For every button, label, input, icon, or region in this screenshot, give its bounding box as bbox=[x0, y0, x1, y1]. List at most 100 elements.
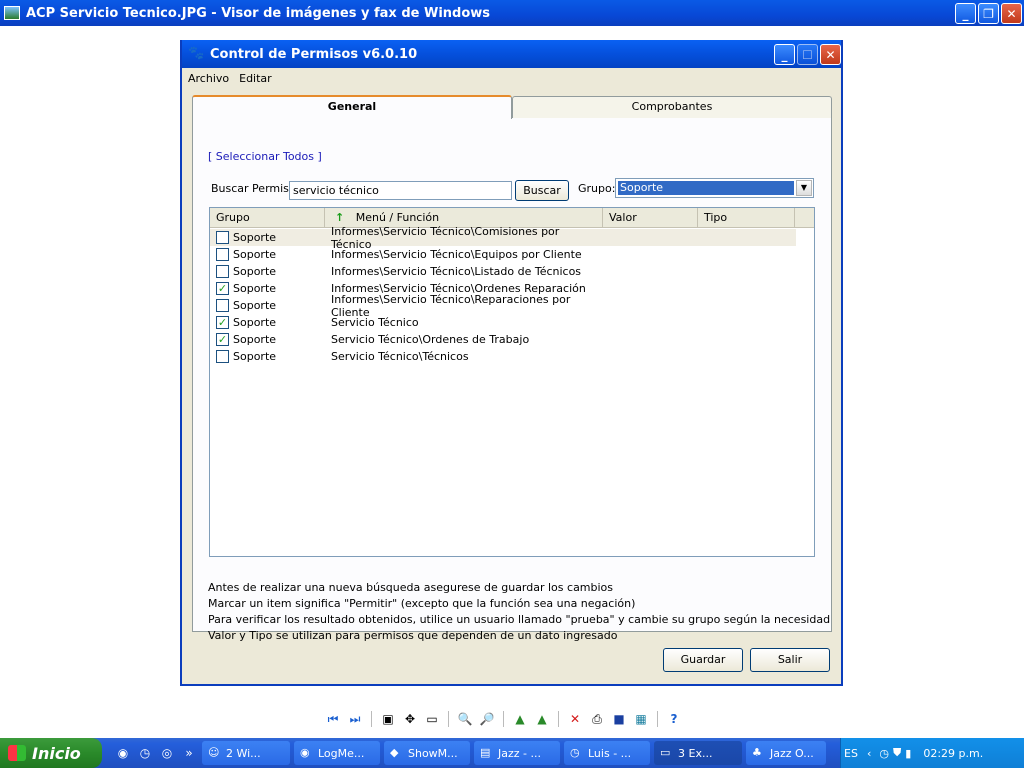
firefox-icon[interactable]: ◉ bbox=[114, 744, 132, 762]
note-line: Antes de realizar una nueva búsqueda ase… bbox=[208, 581, 614, 594]
note-line: Marcar un item significa "Permitir" (exc… bbox=[208, 597, 636, 610]
chevron-down-icon[interactable]: ▼ bbox=[796, 180, 812, 196]
toolbar-separator bbox=[448, 711, 449, 727]
taskbar-task[interactable]: ♣ Jazz O... bbox=[746, 741, 826, 765]
people-icon: ☺ bbox=[208, 746, 220, 759]
taskbar-task[interactable]: ▤ Jazz - ... bbox=[474, 741, 560, 765]
document-icon: ▤ bbox=[480, 746, 491, 759]
tab-general[interactable]: General bbox=[192, 95, 512, 119]
group-selected-value: Soporte bbox=[618, 181, 794, 195]
menu-archivo[interactable]: Archivo bbox=[188, 72, 229, 85]
column-header-menu-label: Menú / Función bbox=[355, 211, 440, 224]
zoom-in-icon[interactable]: 🔍 bbox=[456, 710, 474, 728]
start-button[interactable]: Inicio bbox=[0, 738, 102, 768]
save-button[interactable]: Guardar bbox=[663, 648, 743, 672]
taskbar-task[interactable]: ◉ LogMe... bbox=[294, 741, 380, 765]
table-row[interactable]: Soporte Informes\Servicio Técnico\Reparac… bbox=[210, 293, 796, 319]
folder-icon: ▭ bbox=[660, 746, 671, 759]
cell-menu: Informes\Servicio Técnico\Listado de Téc… bbox=[331, 265, 582, 278]
permission-checkbox[interactable] bbox=[216, 265, 229, 278]
table-row[interactable]: Soporte Informes\Servicio Técnico\Equipos… bbox=[210, 246, 796, 263]
permissions-grid: Grupo ↑ Menú / Función Valor Tipo Soport… bbox=[209, 207, 815, 557]
search-input[interactable] bbox=[289, 181, 512, 200]
previous-image-icon[interactable]: ⏮ bbox=[324, 710, 342, 728]
toolbar-separator bbox=[558, 711, 559, 727]
slideshow-icon[interactable]: ▭ bbox=[423, 710, 441, 728]
cell-menu: Servicio Técnico bbox=[331, 316, 419, 329]
viewer-restore-button[interactable]: ❐ bbox=[978, 3, 999, 24]
next-image-icon[interactable]: ⏭ bbox=[346, 710, 364, 728]
tray-clock-app-icon[interactable]: ◷ bbox=[879, 747, 889, 760]
dialog-titlebar: 🐾 Control de Permisos v6.0.10 bbox=[182, 40, 841, 68]
clock[interactable]: 02:29 p.m. bbox=[923, 747, 983, 760]
help-icon[interactable]: ? bbox=[665, 710, 683, 728]
language-indicator[interactable]: ES bbox=[844, 747, 858, 760]
dialog-close-button[interactable]: ✕ bbox=[820, 44, 841, 65]
cell-grupo-text: Soporte bbox=[233, 350, 277, 363]
network-icon[interactable]: ▮ bbox=[905, 747, 911, 760]
sort-arrow-up-icon: ↑ bbox=[335, 211, 345, 224]
expand-quick-launch-icon[interactable]: » bbox=[180, 744, 198, 762]
group-select[interactable]: Soporte ▼ bbox=[615, 178, 814, 198]
taskbar-task[interactable]: ☺ 2 Wi... bbox=[202, 741, 290, 765]
cell-grupo: Soporte bbox=[210, 299, 325, 312]
cell-grupo-text: Soporte bbox=[233, 282, 277, 295]
select-all-link[interactable]: [ Seleccionar Todos ] bbox=[208, 150, 322, 163]
toolbar-separator bbox=[371, 711, 372, 727]
column-header-valor[interactable]: Valor bbox=[603, 208, 698, 227]
rotate-counterclockwise-icon[interactable]: ▲ bbox=[533, 710, 551, 728]
task-label: 3 Ex... bbox=[678, 746, 713, 760]
search-button[interactable]: Buscar bbox=[515, 180, 569, 201]
permission-checkbox[interactable]: ✓ bbox=[216, 333, 229, 346]
permissions-dialog: 🐾 Control de Permisos v6.0.10 _ ☐ ✕ Arch… bbox=[180, 40, 843, 686]
task-label: 2 Wi... bbox=[226, 746, 261, 760]
exit-button[interactable]: Salir bbox=[750, 648, 830, 672]
note-line: Para verificar los resultado obtenidos, … bbox=[208, 613, 831, 626]
viewer-minimize-button[interactable]: _ bbox=[955, 3, 976, 24]
menu-editar[interactable]: Editar bbox=[239, 72, 272, 85]
dialog-title: Control de Permisos v6.0.10 bbox=[210, 46, 418, 62]
permission-checkbox[interactable] bbox=[216, 299, 229, 312]
notes: Antes de realizar una nueva búsqueda ase… bbox=[208, 580, 830, 644]
security-shield-icon[interactable]: ⛊ bbox=[893, 746, 901, 760]
viewer-title: ACP Servicio Tecnico.JPG - Visor de imág… bbox=[26, 5, 491, 21]
best-fit-icon[interactable]: ▣ bbox=[379, 710, 397, 728]
table-row[interactable]: Soporte Informes\Servicio Técnico\Comisio… bbox=[210, 225, 796, 251]
delete-icon[interactable]: ✕ bbox=[566, 710, 584, 728]
browser-icon[interactable]: ◎ bbox=[158, 744, 176, 762]
table-row[interactable]: ✓ Soporte Servicio Técnico\Ordenes de Trab… bbox=[210, 331, 796, 348]
permission-checkbox[interactable] bbox=[216, 231, 229, 244]
taskbar-task[interactable]: ◷ Luis - ... bbox=[564, 741, 650, 765]
permission-checkbox[interactable]: ✓ bbox=[216, 316, 229, 329]
permission-checkbox[interactable]: ✓ bbox=[216, 282, 229, 295]
cell-grupo: ✓ Soporte bbox=[210, 333, 325, 346]
permission-checkbox[interactable] bbox=[216, 248, 229, 261]
edit-image-icon[interactable]: ▦ bbox=[632, 710, 650, 728]
taskbar-task[interactable]: ◆ ShowM... bbox=[384, 741, 470, 765]
viewer-toolbar: ⏮ ⏭ ▣ ✥ ▭ 🔍 🔎 ▲ ▲ ✕ ⎙ ■ ▦ ? bbox=[324, 708, 683, 730]
table-row[interactable]: Soporte Informes\Servicio Técnico\Listado… bbox=[210, 263, 796, 280]
cell-grupo-text: Soporte bbox=[233, 333, 277, 346]
table-row[interactable]: Soporte Servicio Técnico\Técnicos bbox=[210, 348, 796, 365]
permission-checkbox[interactable] bbox=[216, 350, 229, 363]
viewer-close-button[interactable]: ✕ bbox=[1001, 3, 1022, 24]
zoom-out-icon[interactable]: 🔎 bbox=[478, 710, 496, 728]
dialog-maximize-button: ☐ bbox=[797, 44, 818, 65]
save-icon[interactable]: ■ bbox=[610, 710, 628, 728]
showmypc-icon: ◆ bbox=[390, 746, 399, 759]
tab-comprobantes[interactable]: Comprobantes bbox=[512, 96, 832, 118]
taskbar-task[interactable]: ▭ 3 Ex... bbox=[654, 741, 742, 765]
cell-grupo: Soporte bbox=[210, 248, 325, 261]
cell-grupo-text: Soporte bbox=[233, 231, 277, 244]
column-header-grupo[interactable]: Grupo bbox=[210, 208, 325, 227]
cell-grupo: Soporte bbox=[210, 265, 325, 278]
print-icon[interactable]: ⎙ bbox=[588, 710, 606, 728]
rotate-clockwise-icon[interactable]: ▲ bbox=[511, 710, 529, 728]
table-row[interactable]: ✓ Soporte Servicio Técnico bbox=[210, 314, 796, 331]
tray-expand-icon[interactable]: ‹ bbox=[867, 747, 871, 760]
column-header-tipo[interactable]: Tipo bbox=[698, 208, 795, 227]
cell-grupo-text: Soporte bbox=[233, 265, 277, 278]
clock-icon[interactable]: ◷ bbox=[136, 744, 154, 762]
dialog-minimize-button[interactable]: _ bbox=[774, 44, 795, 65]
actual-size-icon[interactable]: ✥ bbox=[401, 710, 419, 728]
